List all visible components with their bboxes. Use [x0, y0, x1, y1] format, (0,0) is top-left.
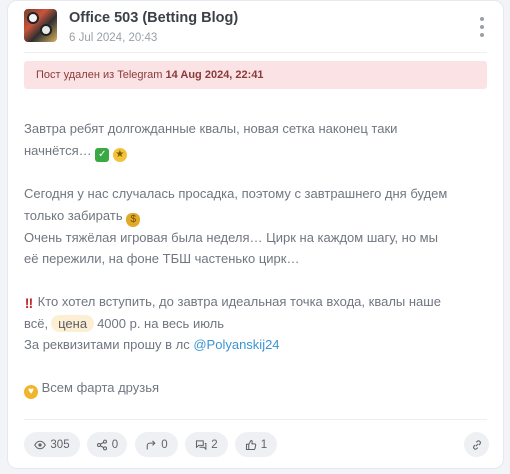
- thumbs-up-icon: [245, 439, 257, 450]
- divider: [24, 52, 487, 53]
- text-line: её пережили, на фоне ТБШ частенько цирк…: [24, 251, 300, 266]
- comments-icon: [196, 439, 207, 450]
- paragraph: Завтра ребят долгожданные квалы, новая с…: [24, 118, 491, 140]
- deleted-notice: Пост удален из Telegram 14 Aug 2024, 22:…: [24, 61, 487, 89]
- paragraph: начнётся… ✓ ★: [24, 140, 491, 162]
- medal-icon: ★: [112, 147, 127, 162]
- copy-link-button[interactable]: [464, 432, 489, 457]
- reactions-count: 1: [260, 438, 268, 451]
- reactions-counter[interactable]: 1: [235, 432, 277, 457]
- username-link[interactable]: @Polyanskij24: [193, 337, 279, 352]
- forwards-count: 0: [161, 438, 168, 451]
- text-line: Завтра ребят долгожданные квалы, новая с…: [24, 121, 398, 136]
- deleted-notice-text: Пост удален из Telegram: [36, 69, 163, 81]
- forward-icon: [147, 440, 156, 449]
- heart-icon: ♥: [24, 385, 38, 399]
- paragraph: ♥ Всем фарта друзья: [24, 377, 491, 399]
- text-line: Всем фарта друзья: [41, 380, 160, 395]
- more-vertical-icon[interactable]: [477, 17, 487, 37]
- link-icon: [472, 439, 481, 450]
- text-line: Сегодня у нас случалась просадка, поэтом…: [24, 186, 448, 201]
- paragraph: Сегодня у нас случалась просадка, поэтом…: [24, 183, 491, 205]
- eye-icon: [34, 440, 47, 449]
- post-header: Office 503 (Betting Blog) 6 Jul 2024, 20…: [24, 9, 491, 49]
- paragraph: За реквизитами прошу в лс @Polyanskij24: [24, 334, 491, 356]
- forwards-counter[interactable]: 0: [135, 432, 178, 457]
- text-line: Кто хотел вступить, до завтра идеальная …: [37, 294, 441, 309]
- channel-title[interactable]: Office 503 (Betting Blog): [69, 10, 238, 26]
- shares-counter[interactable]: 0: [87, 432, 127, 457]
- comments-count: 2: [211, 438, 218, 451]
- text-line: начнётся…: [24, 142, 92, 158]
- comments-counter[interactable]: 2: [185, 432, 228, 457]
- text-line: всё,: [24, 315, 49, 331]
- post-date: 6 Jul 2024, 20:43: [69, 32, 158, 44]
- views-counter[interactable]: 305: [24, 432, 80, 457]
- paragraph: всё, цена 4000 р. на весь июль: [24, 313, 491, 335]
- text-line: Очень тяжёлая игровая была неделя… Цирк …: [24, 229, 438, 245]
- post-content: Завтра ребят долгожданные квалы, новая с…: [24, 118, 491, 399]
- text-line: 4000 р. на весь июль: [97, 315, 225, 331]
- exclamation-icon: ‼: [24, 295, 34, 311]
- post-card: Office 503 (Betting Blog) 6 Jul 2024, 20…: [7, 0, 504, 469]
- paragraph: Очень тяжёлая игровая была неделя… Цирк …: [24, 227, 491, 249]
- paragraph: только забирать $: [24, 205, 491, 227]
- check-mark-icon: ✓: [95, 147, 110, 162]
- money-bag-icon: $: [126, 212, 141, 227]
- price-tag: цена: [51, 314, 95, 332]
- divider: [24, 419, 487, 420]
- text-line: только забирать: [24, 207, 123, 223]
- text-line: За реквизитами прошу в лс: [24, 337, 190, 352]
- deleted-notice-date: 14 Aug 2024, 22:41: [165, 69, 264, 81]
- paragraph: ‼ Кто хотел вступить, до завтра идеальна…: [24, 291, 491, 313]
- views-count: 305: [50, 438, 70, 451]
- paragraph: её пережили, на фоне ТБШ частенько цирк…: [24, 248, 491, 270]
- shares-count: 0: [111, 438, 119, 451]
- channel-avatar[interactable]: [24, 9, 57, 42]
- share-icon: [96, 439, 107, 450]
